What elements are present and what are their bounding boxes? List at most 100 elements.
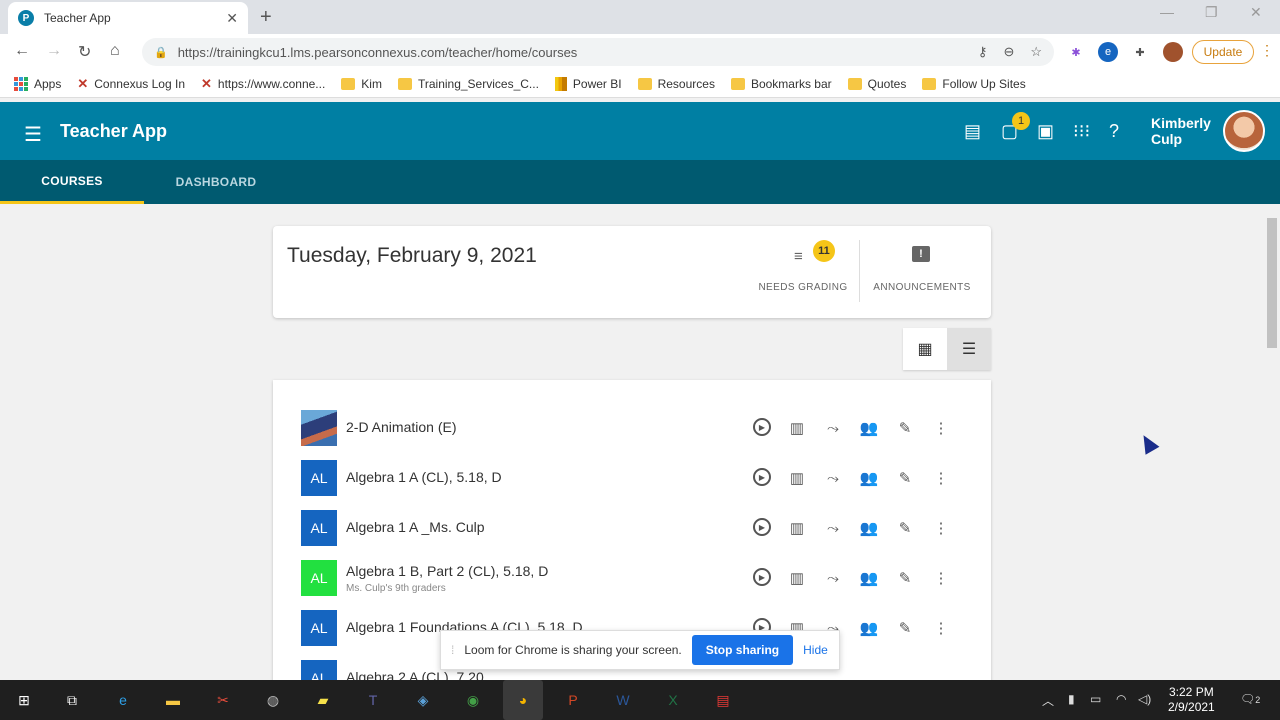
more-icon[interactable]: ⋮ xyxy=(931,418,951,438)
update-button[interactable]: Update xyxy=(1192,40,1254,64)
pdf-icon[interactable]: ▤ xyxy=(711,688,735,712)
course-row[interactable]: 2-D Animation (E) ▶ ▥ ⤳ 👥 ✎ ⋮ xyxy=(273,410,991,460)
progress-icon[interactable]: ⤳ xyxy=(823,468,843,488)
tab-close-icon[interactable]: ✕ xyxy=(226,10,238,27)
extension-asterisk-icon[interactable]: ✱ xyxy=(1066,42,1086,62)
restore-icon[interactable]: ❐ xyxy=(1205,4,1218,21)
forward-icon[interactable]: → xyxy=(46,42,62,60)
bookmark-bookmarks-bar[interactable]: Bookmarks bar xyxy=(730,77,832,91)
grid-view-icon[interactable]: ▦ xyxy=(903,328,947,370)
tab-courses[interactable]: COURSES xyxy=(0,160,144,204)
app-icon[interactable]: ◈ xyxy=(411,688,435,712)
app-icon[interactable]: ◉ xyxy=(461,688,485,712)
extensions-puzzle-icon[interactable]: ✚ xyxy=(1130,42,1150,62)
home-icon[interactable]: ⌂ xyxy=(110,42,120,60)
stop-sharing-button[interactable]: Stop sharing xyxy=(691,635,794,665)
menu-icon[interactable]: ☰ xyxy=(24,122,42,147)
drag-handle-icon[interactable]: ⁞ xyxy=(451,643,454,657)
help-icon[interactable]: ? xyxy=(1109,121,1119,142)
battery-icon[interactable]: ▭ xyxy=(1090,692,1101,706)
file-explorer-icon[interactable]: ▬ xyxy=(161,688,185,712)
minimize-icon[interactable]: — xyxy=(1160,4,1174,20)
edge-icon[interactable]: e xyxy=(111,688,135,712)
volume-icon[interactable]: ◁) xyxy=(1138,692,1151,706)
window-close-icon[interactable]: ✕ xyxy=(1250,4,1262,21)
progress-icon[interactable]: ⤳ xyxy=(823,518,843,538)
extension-edge-icon[interactable]: e xyxy=(1098,42,1118,62)
tray-chevron-icon[interactable]: ︿ xyxy=(1042,692,1054,709)
system-clock[interactable]: 3:22 PM 2/9/2021 xyxy=(1168,685,1215,715)
gradebook-icon[interactable]: ▥ xyxy=(787,568,807,588)
edit-icon[interactable]: ✎ xyxy=(895,418,915,438)
bookmark-connexus-login[interactable]: ✕ Connexus Log In xyxy=(77,76,185,92)
user-name[interactable]: Kimberly Culp xyxy=(1151,115,1211,147)
address-bar[interactable]: 🔒 https://trainingkcu1.lms.pearsonconnex… xyxy=(142,38,1054,66)
progress-icon[interactable]: ⤳ xyxy=(823,568,843,588)
play-icon[interactable]: ▶ xyxy=(753,468,771,486)
tab-dashboard[interactable]: DASHBOARD xyxy=(144,160,288,204)
more-icon[interactable]: ⋮ xyxy=(931,468,951,488)
reload-icon[interactable]: ↻ xyxy=(78,42,91,62)
play-icon[interactable]: ▶ xyxy=(753,518,771,536)
more-icon[interactable]: ⋮ xyxy=(931,568,951,588)
gradebook-icon[interactable]: ▥ xyxy=(787,468,807,488)
bookmark-follow-up-sites[interactable]: Follow Up Sites xyxy=(922,77,1026,91)
students-icon[interactable]: 👥 xyxy=(859,568,879,588)
play-icon[interactable]: ▶ xyxy=(753,568,771,586)
browser-menu-icon[interactable]: ⋮ xyxy=(1260,42,1274,59)
progress-icon[interactable]: ⤳ xyxy=(823,418,843,438)
wifi-icon[interactable]: ◠ xyxy=(1116,692,1126,706)
students-icon[interactable]: 👥 xyxy=(859,518,879,538)
star-icon[interactable]: ☆ xyxy=(1030,44,1042,60)
bookmark-connexus-url[interactable]: ✕ https://www.conne... xyxy=(201,76,325,92)
play-icon[interactable]: ▶ xyxy=(753,418,771,436)
back-icon[interactable]: ← xyxy=(14,42,30,60)
windows-start-icon[interactable]: ⊞ xyxy=(12,688,36,712)
course-row[interactable]: AL Algebra 1 A _Ms. Culp ▶ ▥ ⤳ 👥 ✎ ⋮ xyxy=(273,510,991,560)
snip-icon[interactable]: ✂ xyxy=(211,688,235,712)
students-icon[interactable]: 👥 xyxy=(859,618,879,638)
list-view-icon[interactable]: ☰ xyxy=(947,328,991,370)
apps-icon[interactable]: ⁝⁝⁝ xyxy=(1073,121,1090,142)
excel-icon[interactable]: X xyxy=(661,688,685,712)
notifications-icon[interactable]: 🗨2 xyxy=(1240,692,1260,706)
sticky-notes-icon[interactable]: ▰ xyxy=(311,688,335,712)
bookmark-training-services[interactable]: Training_Services_C... xyxy=(397,77,539,91)
message-alert-icon[interactable]: ▣ xyxy=(1037,121,1054,142)
course-row[interactable]: AL Algebra 1 B, Part 2 (CL), 5.18, D Ms.… xyxy=(273,560,991,610)
page-scrollbar[interactable] xyxy=(1264,204,1280,680)
bookmark-apps[interactable]: Apps xyxy=(14,76,61,91)
zoom-icon[interactable]: ⊖ xyxy=(1003,44,1014,60)
word-icon[interactable]: W xyxy=(611,688,635,712)
bookmark-power-bi[interactable]: Power BI xyxy=(554,76,622,91)
more-icon[interactable]: ⋮ xyxy=(931,518,951,538)
edit-icon[interactable]: ✎ xyxy=(895,518,915,538)
students-icon[interactable]: 👥 xyxy=(859,468,879,488)
key-icon[interactable]: ⚷ xyxy=(978,44,988,60)
powerpoint-icon[interactable]: P xyxy=(561,688,585,712)
teams-icon[interactable]: T xyxy=(361,688,385,712)
bookmark-kim[interactable]: Kim xyxy=(341,77,382,91)
edit-icon[interactable]: ✎ xyxy=(895,468,915,488)
announcements-button[interactable]: ! ANNOUNCEMENTS xyxy=(869,226,975,318)
bookmark-quotes[interactable]: Quotes xyxy=(847,77,906,91)
chrome-icon[interactable]: ◕ xyxy=(503,680,543,720)
scrollbar-thumb[interactable] xyxy=(1267,218,1277,348)
new-tab-icon[interactable]: + xyxy=(260,6,272,29)
students-icon[interactable]: 👥 xyxy=(859,418,879,438)
catalog-icon[interactable]: ▤ xyxy=(964,121,981,142)
hide-button[interactable]: Hide xyxy=(803,643,828,657)
edit-icon[interactable]: ✎ xyxy=(895,618,915,638)
needs-grading-button[interactable]: ≡ 11 NEEDS GRADING xyxy=(753,226,853,318)
microphone-icon[interactable]: ▮ xyxy=(1068,692,1075,706)
app-icon[interactable]: ◍ xyxy=(261,688,285,712)
task-view-icon[interactable]: ⧉ xyxy=(60,688,84,712)
profile-avatar-icon[interactable] xyxy=(1163,42,1183,62)
course-row[interactable]: AL Algebra 1 A (CL), 5.18, D ▶ ▥ ⤳ 👥 ✎ ⋮ xyxy=(273,460,991,510)
gradebook-icon[interactable]: ▥ xyxy=(787,518,807,538)
user-avatar[interactable] xyxy=(1223,110,1265,152)
bookmark-resources[interactable]: Resources xyxy=(637,77,715,91)
edit-icon[interactable]: ✎ xyxy=(895,568,915,588)
browser-tab[interactable]: P Teacher App ✕ xyxy=(8,2,248,34)
more-icon[interactable]: ⋮ xyxy=(931,618,951,638)
